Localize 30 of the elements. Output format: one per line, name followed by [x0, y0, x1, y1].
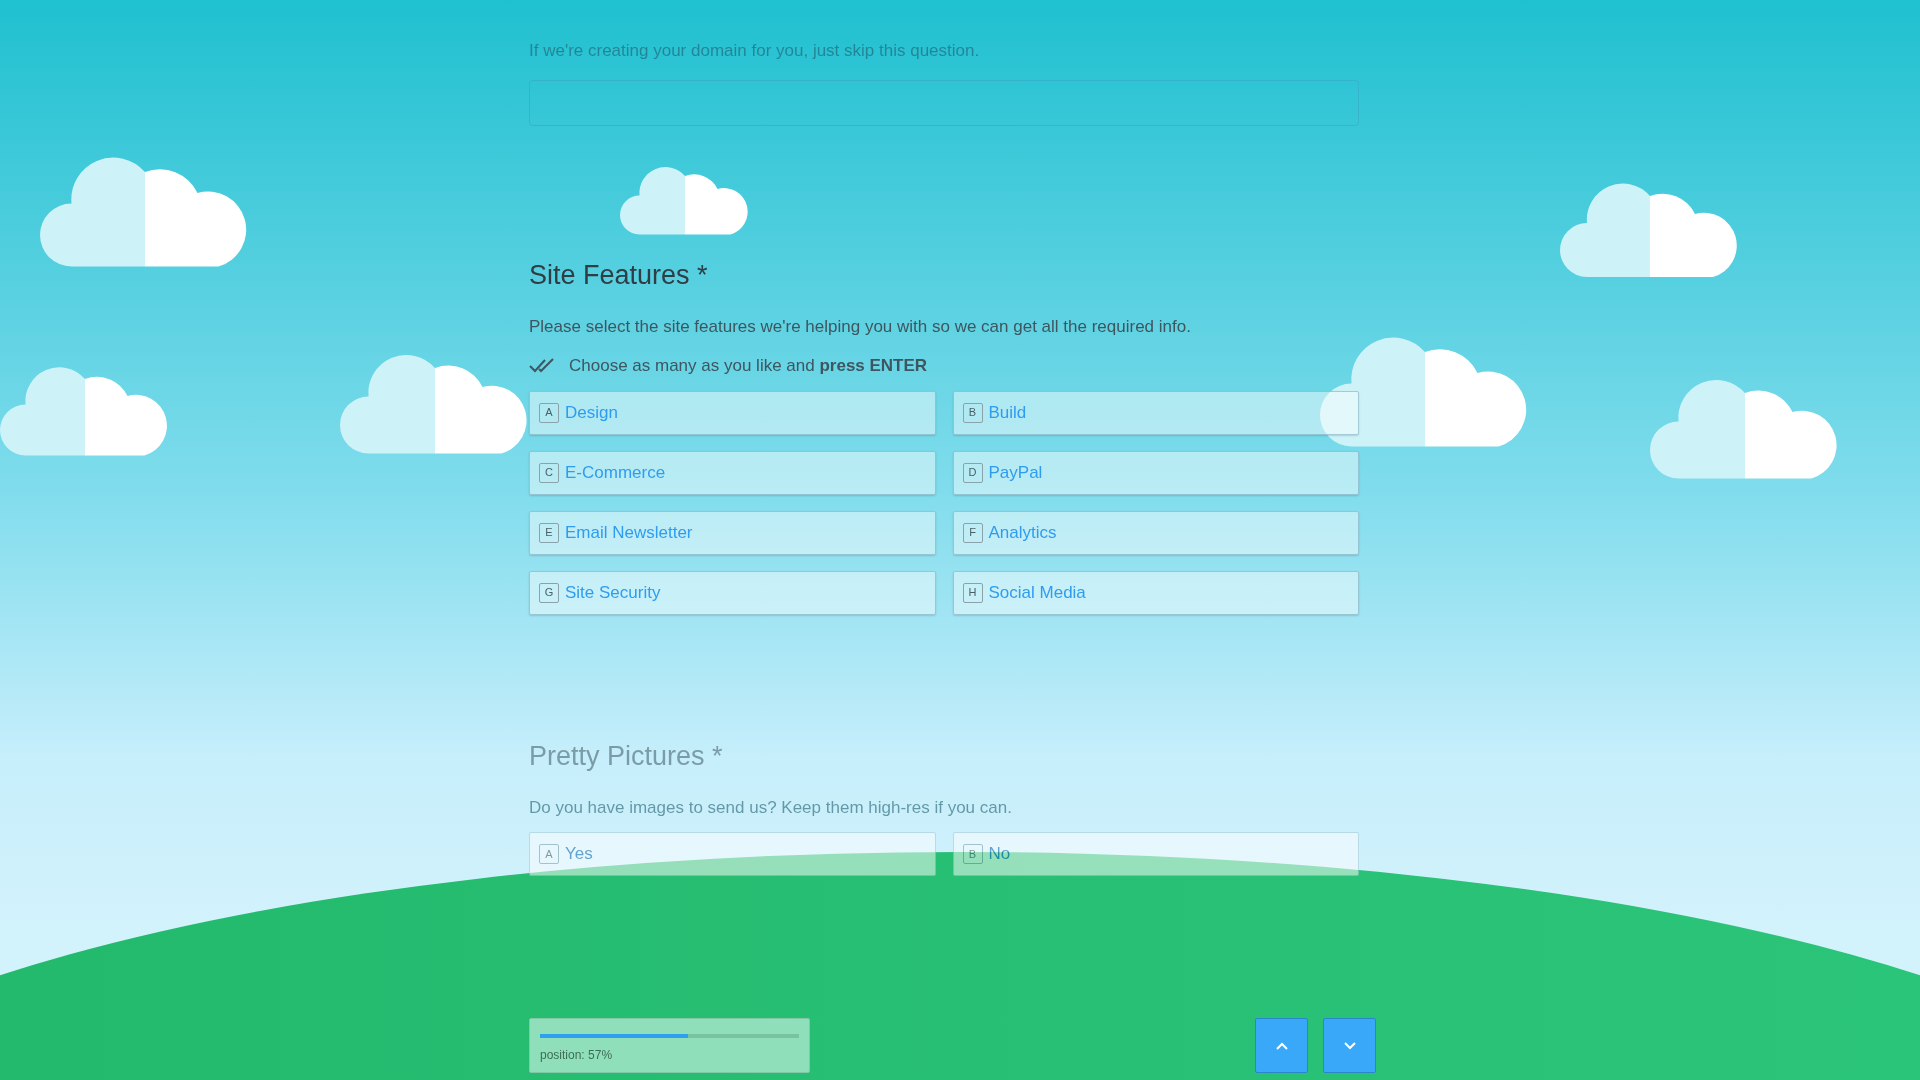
choice-option[interactable]: E Email Newsletter	[529, 510, 936, 555]
choice-option[interactable]: C E-Commerce	[529, 450, 936, 495]
choice-key: G	[539, 582, 559, 603]
chevron-down-icon	[1343, 1041, 1356, 1050]
choice-key: E	[539, 522, 559, 543]
choice-option[interactable]: D PayPal	[952, 450, 1359, 495]
choice-key: F	[962, 522, 983, 543]
choice-key: A	[539, 402, 559, 423]
choice-option[interactable]: B Build	[952, 390, 1359, 435]
hint-text: Choose as many as you like and press ENTER	[569, 355, 928, 377]
question-title: Site Features *	[529, 258, 708, 292]
progress-label: position: 57%	[540, 1047, 613, 1064]
chevron-up-icon	[1275, 1041, 1288, 1050]
double-check-icon	[529, 357, 555, 374]
question-description: Please select the site features we're helping you with so we can get all the required info.	[529, 315, 1191, 338]
choice-option[interactable]: F Analytics	[952, 510, 1359, 555]
previous-button[interactable]	[1255, 1018, 1308, 1073]
question-description: Do you have images to send us? Keep them high-res if you can.	[529, 796, 1012, 819]
next-button[interactable]	[1323, 1018, 1376, 1073]
choice-key: B	[962, 402, 983, 423]
choice-key: D	[962, 462, 983, 483]
choice-option[interactable]: H Social Media	[952, 570, 1359, 615]
choice-option[interactable]: G Site Security	[529, 570, 936, 615]
question-title: Pretty Pictures *	[529, 739, 723, 773]
choice-option[interactable]: A Yes	[529, 832, 936, 876]
choice-key: A	[539, 844, 559, 864]
choice-key: C	[539, 462, 559, 483]
choice-key: H	[962, 582, 983, 603]
question-description: If we're creating your domain for you, just skip this question.	[529, 40, 980, 62]
choice-option[interactable]: A Design	[529, 390, 936, 435]
